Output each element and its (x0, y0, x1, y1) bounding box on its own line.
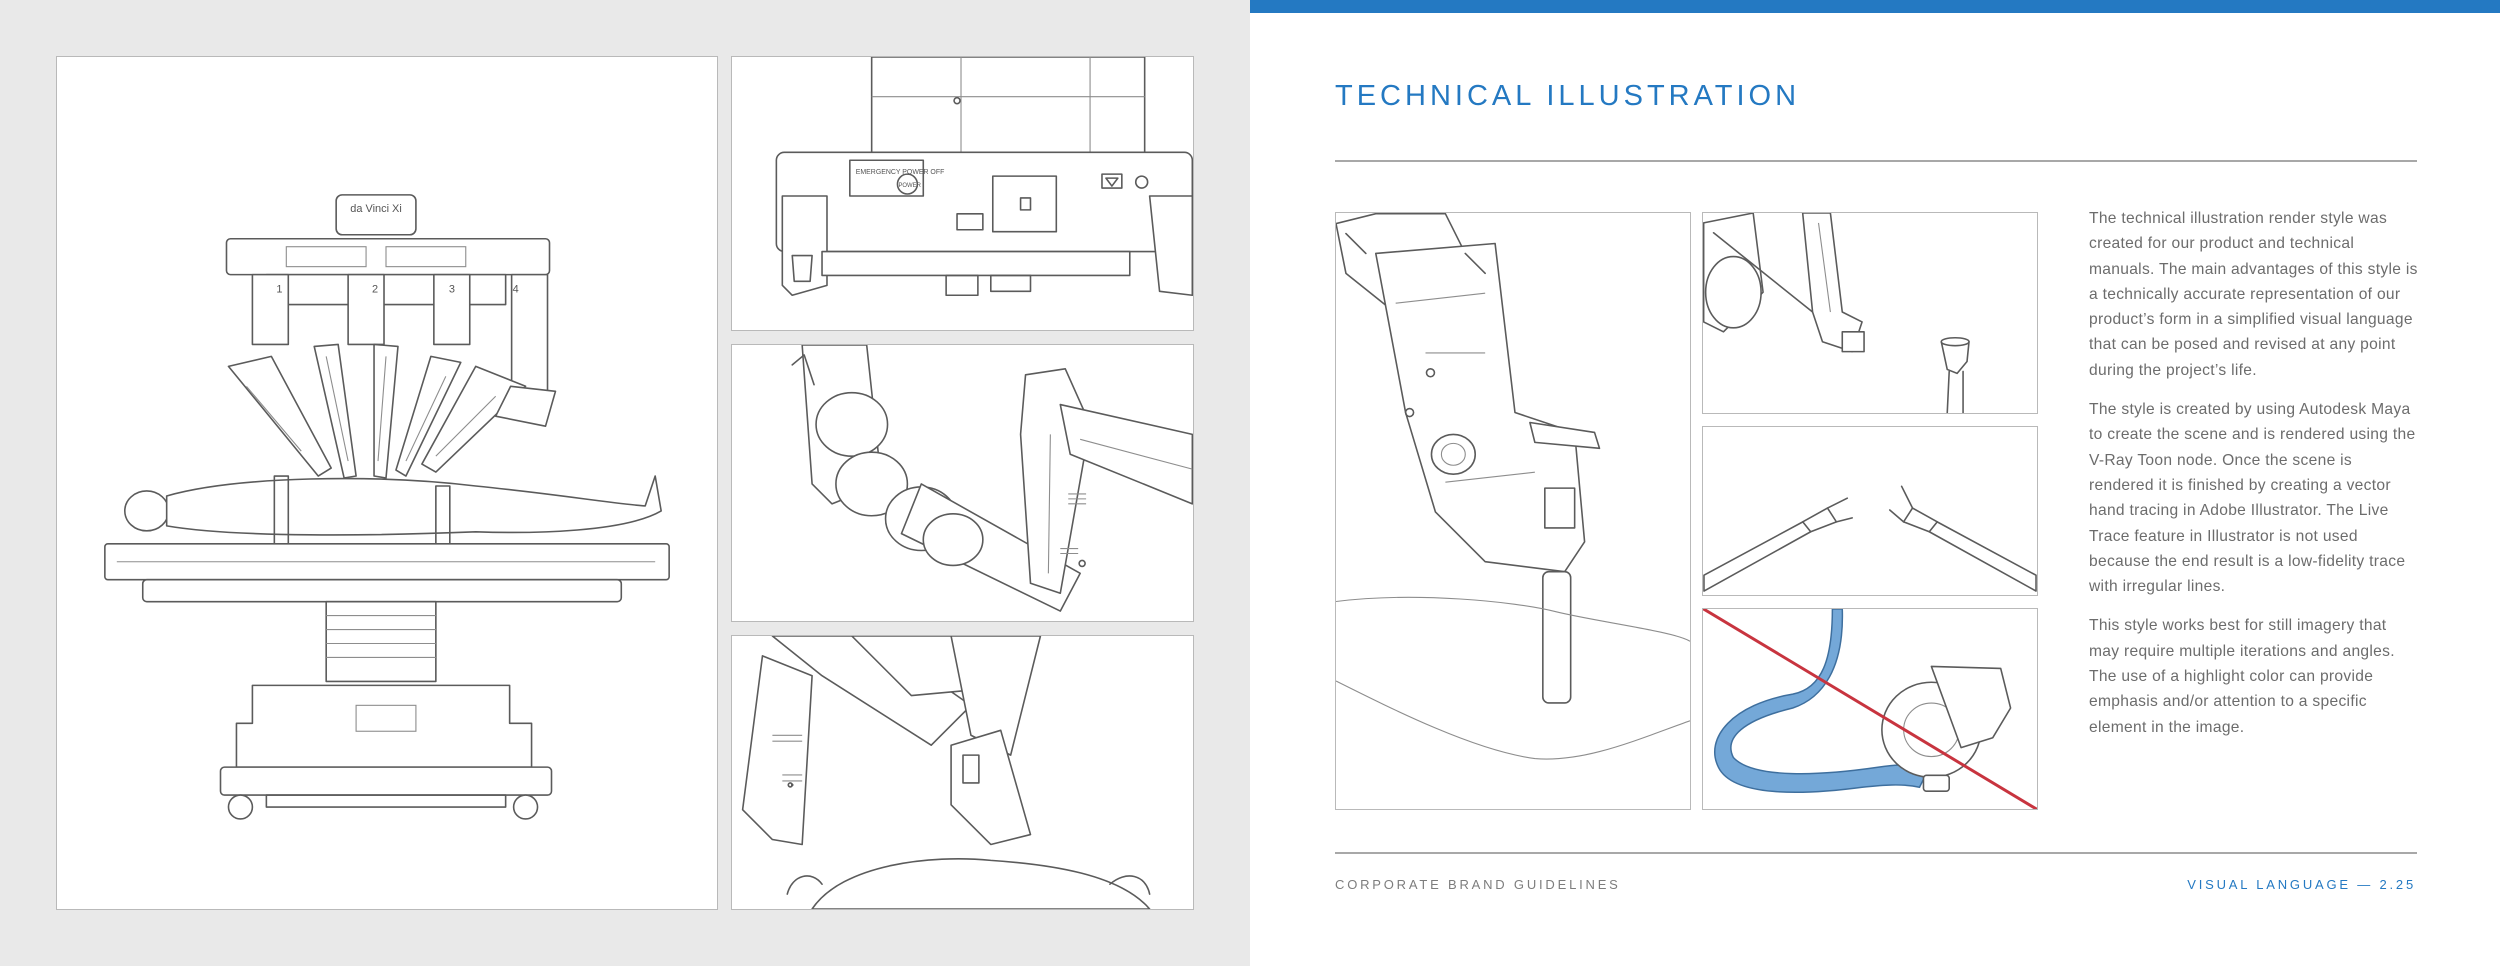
arm-number-2: 2 (372, 284, 378, 296)
instrument-detail-illustration (1702, 212, 2038, 414)
right-page: TECHNICAL ILLUSTRATION The technical ill… (1250, 0, 2500, 966)
paragraph-2: The style is created by using Autodesk M… (2089, 401, 2416, 596)
accent-top-bar (1250, 0, 2500, 13)
arm-closeup-illustration (731, 344, 1194, 622)
arm-number-4: 4 (513, 284, 519, 296)
instrument-tips-illustration (1702, 426, 2038, 596)
left-page: da Vinci Xi 1 2 3 4 EMERGENCY POWER OFF … (0, 0, 1250, 966)
base-closeup-illustration: EMERGENCY POWER OFF POWER (731, 56, 1194, 331)
surgical-robot-icon: da Vinci Xi 1 2 3 4 (104, 194, 670, 820)
title-divider (1335, 160, 2417, 162)
instrument-tall-illustration (1335, 212, 1691, 810)
robot-logo-text: da Vinci Xi (350, 203, 402, 215)
description-text: The technical illustration render style … (2089, 206, 2419, 754)
emergency-label: EMERGENCY POWER OFF (856, 169, 945, 176)
main-robot-illustration: da Vinci Xi 1 2 3 4 (56, 56, 718, 910)
paragraph-3: This style works best for still imagery … (2089, 617, 2395, 736)
page-title: TECHNICAL ILLUSTRATION (1335, 80, 1801, 112)
paragraph-1: The technical illustration render style … (2089, 210, 2418, 379)
arm-number-3: 3 (449, 284, 455, 296)
power-label: POWER (898, 183, 921, 189)
robotic-arm-icon (791, 345, 1193, 612)
footer-section-label: VISUAL LANGUAGE — 2.25 (2187, 877, 2416, 892)
footer-brand-label: CORPORATE BRAND GUIDELINES (1335, 877, 1621, 892)
arm-instrument-illustration (731, 635, 1194, 910)
prohibited-handling-illustration (1702, 608, 2038, 810)
footer-divider (1335, 852, 2417, 854)
instrument-icon (1336, 213, 1690, 760)
arm-number-1: 1 (276, 284, 282, 296)
